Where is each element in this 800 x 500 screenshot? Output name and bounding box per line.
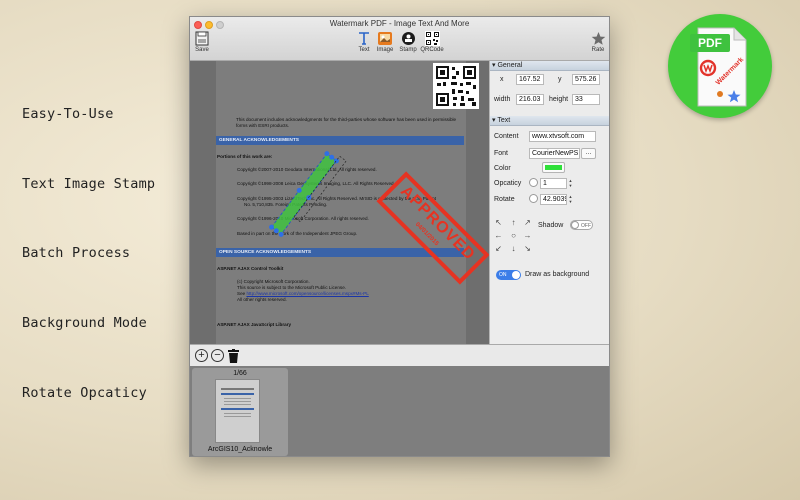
title-bar: Watermark PDF - Image Text And More Save… [190, 17, 609, 61]
trash-icon[interactable] [228, 349, 239, 363]
arrow-right-icon[interactable]: → [523, 231, 532, 240]
inspector-panel: ▾ General x 167.52 y 575.26 width 216.03… [489, 61, 609, 344]
qrcode-tool-icon [424, 31, 440, 46]
text-tool-button[interactable]: Text [355, 31, 373, 53]
content-label: Content [494, 133, 519, 140]
feature-text-image-stamp: Text Image Stamp [22, 176, 156, 192]
x-field[interactable]: 167.52 [516, 74, 544, 85]
width-label: width [494, 96, 511, 103]
save-button[interactable]: Save [193, 31, 211, 53]
rotate-label: Rotate [494, 196, 515, 203]
app-icon-badge: PDF Watermark [668, 14, 772, 118]
x-label: x [500, 76, 504, 83]
color-label: Color [494, 165, 511, 172]
width-field[interactable]: 216.03 [516, 94, 544, 105]
arrow-up-left-icon[interactable]: ↖ [494, 218, 503, 227]
page-controls-bar: + − [190, 344, 609, 366]
text-tool-label: Text [358, 47, 370, 53]
text-tool-icon [359, 32, 369, 45]
content-field[interactable]: www.xtvsoft.com [529, 131, 596, 142]
add-page-button[interactable]: + [195, 349, 208, 362]
arrow-down-left-icon[interactable]: ↙ [494, 244, 503, 253]
background-toggle[interactable]: ON [496, 270, 521, 280]
thumbnail-filename: ArcGIS10_Acknowle [207, 446, 273, 453]
rotate-knob[interactable] [529, 194, 538, 203]
thumbnail-page-preview [215, 379, 260, 443]
arrow-down-right-icon[interactable]: ↘ [523, 244, 532, 253]
save-icon [195, 31, 209, 46]
opacity-stepper[interactable]: ▲ ▼ [568, 178, 573, 189]
feature-background-mode: Background Mode [22, 315, 147, 331]
general-section-header[interactable]: ▾ General [490, 61, 609, 71]
stamp-tool-button[interactable]: Stamp [397, 31, 419, 53]
height-label: height [549, 96, 569, 103]
rotate-field[interactable]: 42.9039 [540, 194, 567, 205]
arrow-left-icon[interactable]: ← [494, 231, 503, 240]
text-section-header[interactable]: ▾ Text [490, 116, 609, 126]
pdf-watermark-icon [690, 27, 747, 107]
y-label: y [558, 76, 562, 83]
opacity-label: Opcaticy [494, 180, 522, 187]
opacity-knob[interactable] [529, 178, 538, 187]
background-toggle-text: ON [499, 272, 507, 278]
image-tool-icon [378, 32, 392, 45]
feature-rotate-opacity: Rotate Opcaticy [22, 385, 147, 401]
app-window: Watermark PDF - Image Text And More Save… [189, 16, 610, 457]
stamp-tool-icon [401, 32, 415, 45]
rate-label: Rate [591, 47, 605, 53]
draw-as-background-label: Draw as background [525, 271, 590, 278]
feature-easy-to-use: Easy-To-Use [22, 106, 114, 122]
general-header-label: General [497, 62, 523, 69]
shadow-toggle-text: OFF [581, 223, 591, 229]
arrow-down-icon[interactable]: ↓ [509, 244, 518, 253]
shadow-toggle[interactable]: OFF [570, 220, 593, 230]
qrcode-tool-label: QRCode [420, 47, 444, 53]
rotate-stepper[interactable]: ▲ ▼ [568, 194, 573, 205]
color-well[interactable] [542, 162, 565, 173]
star-icon [591, 32, 605, 45]
rate-button[interactable]: Rate [588, 31, 608, 53]
save-label: Save [195, 47, 209, 53]
arrow-up-icon[interactable]: ↑ [509, 218, 518, 227]
feature-batch-process: Batch Process [22, 245, 131, 261]
arrow-up-right-icon[interactable]: ↗ [523, 218, 532, 227]
height-field[interactable]: 33 [572, 94, 600, 105]
pdf-page: This document includes acknowledgments f… [216, 61, 489, 344]
stamp-tool-label: Stamp [399, 47, 417, 53]
badge-pdf-label: PDF [698, 36, 722, 50]
thumbnail-item[interactable]: 1/66 ArcGIS10_Acknowle [192, 368, 288, 456]
text-header-label: Text [497, 117, 511, 124]
qrcode-tool-button[interactable]: QRCode [419, 31, 445, 53]
image-tool-label: Image [376, 47, 394, 53]
font-picker-button[interactable]: ... [581, 148, 596, 159]
y-field[interactable]: 575.26 [572, 74, 600, 85]
remove-page-button[interactable]: − [211, 349, 224, 362]
font-label: Font [494, 150, 509, 157]
document-view[interactable]: This document includes acknowledgments f… [190, 61, 489, 344]
page-count: 1/66 [233, 370, 247, 377]
color-swatch [545, 165, 562, 170]
thumbnail-strip: 1/66 ArcGIS10_Acknowle [190, 366, 609, 456]
window-title: Watermark PDF - Image Text And More [329, 19, 470, 28]
center-circle-icon[interactable]: ○ [509, 231, 518, 240]
shadow-label: Shadow [538, 222, 564, 229]
opacity-field[interactable]: 1 [540, 178, 567, 189]
font-field[interactable]: CourierNewPS [529, 148, 580, 159]
image-tool-button[interactable]: Image [375, 31, 395, 53]
